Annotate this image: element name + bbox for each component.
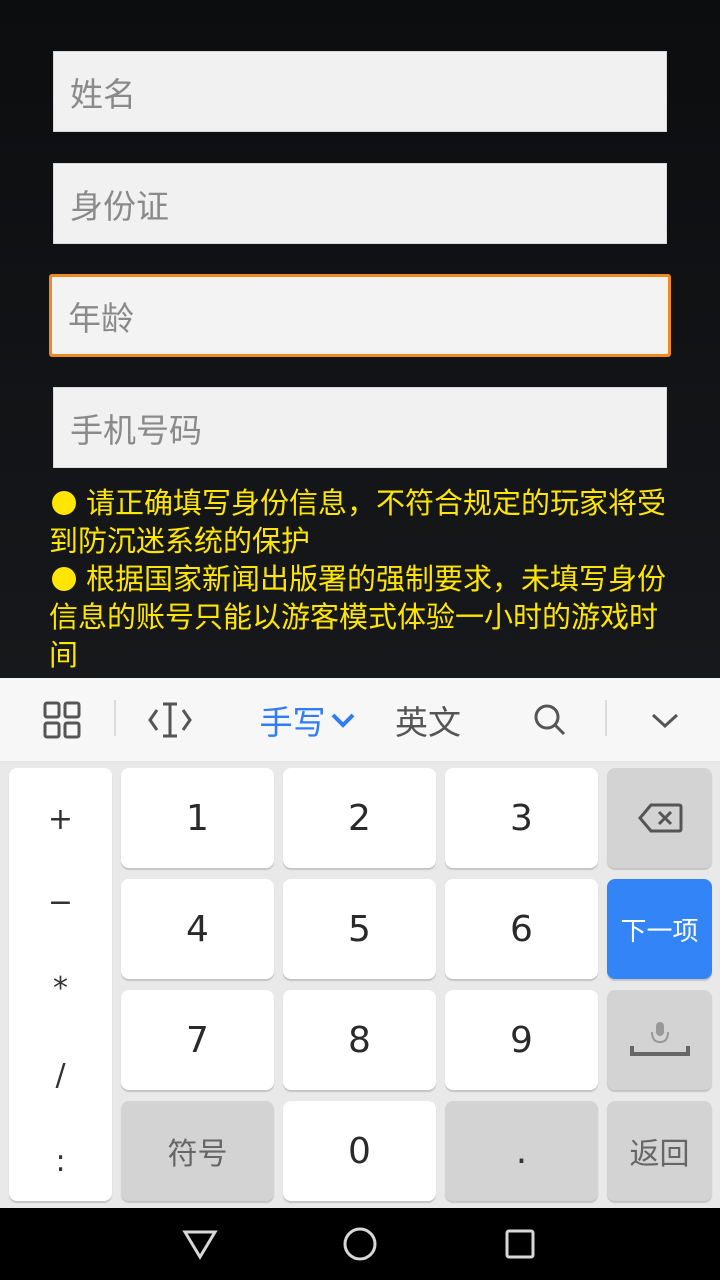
symbol-slash[interactable]: / <box>9 1058 112 1093</box>
toolbar-divider <box>605 700 607 736</box>
symbol-column[interactable]: + − * / : <box>9 768 112 1201</box>
collapse-keyboard-icon[interactable] <box>645 678 685 762</box>
symbols-button[interactable]: 符号 <box>121 1101 274 1201</box>
return-button[interactable]: 返回 <box>607 1101 712 1201</box>
key-1[interactable]: 1 <box>121 768 274 868</box>
bullet-dot-icon <box>52 491 76 515</box>
chevron-down-icon <box>331 713 354 728</box>
keyboard-toolbar: 手写 英文 <box>0 678 720 762</box>
triangle-back-icon[interactable] <box>180 1224 220 1264</box>
id-card-placeholder: 身份证 <box>70 186 169 226</box>
id-card-field[interactable]: 身份证 <box>53 163 667 244</box>
notice-line-2: 根据国家新闻出版署的强制要求，未填写身份信息的账号只能以游客模式体验一小时的游戏… <box>49 562 667 672</box>
symbol-asterisk[interactable]: * <box>9 971 112 1006</box>
english-label: 英文 <box>395 703 461 742</box>
key-5[interactable]: 5 <box>283 879 436 979</box>
form-area: 姓名 身份证 年龄 手机号码 请正确填写身份信息，不符合规定的玩家将受到防沉迷系… <box>0 0 720 678</box>
age-field[interactable]: 年龄 <box>49 274 671 357</box>
dot-key[interactable]: . <box>445 1101 598 1201</box>
toolbar-divider <box>114 700 116 736</box>
handwriting-label: 手写 <box>259 703 326 742</box>
backspace-button[interactable] <box>607 768 712 868</box>
age-placeholder: 年龄 <box>68 298 134 338</box>
key-3[interactable]: 3 <box>445 768 598 868</box>
grid-icon[interactable] <box>38 678 86 762</box>
numeric-keyboard: + − * / : 1 2 3 4 5 6 下一项 7 8 9 符号 0 . 返… <box>0 762 720 1208</box>
square-recents-icon[interactable] <box>500 1224 540 1264</box>
key-7[interactable]: 7 <box>121 990 274 1090</box>
name-field[interactable]: 姓名 <box>53 51 667 132</box>
system-nav-bar <box>0 1208 720 1280</box>
key-6[interactable]: 6 <box>445 879 598 979</box>
circle-home-icon[interactable] <box>340 1224 380 1264</box>
notice-text: 请正确填写身份信息，不符合规定的玩家将受到防沉迷系统的保护 根据国家新闻出版署的… <box>49 484 679 674</box>
symbol-plus[interactable]: + <box>9 802 112 837</box>
english-mode-button[interactable]: 英文 <box>388 678 468 762</box>
phone-field[interactable]: 手机号码 <box>53 387 667 468</box>
symbol-minus[interactable]: − <box>9 885 112 920</box>
microphone-icon <box>629 1022 690 1056</box>
next-field-button[interactable]: 下一项 <box>607 879 712 979</box>
backspace-icon <box>637 803 682 833</box>
key-8[interactable]: 8 <box>283 990 436 1090</box>
key-4[interactable]: 4 <box>121 879 274 979</box>
bullet-dot-icon <box>52 567 76 591</box>
phone-placeholder: 手机号码 <box>70 410 202 450</box>
symbol-colon[interactable]: : <box>9 1144 112 1179</box>
name-placeholder: 姓名 <box>70 74 136 114</box>
search-icon[interactable] <box>530 678 570 762</box>
key-9[interactable]: 9 <box>445 990 598 1090</box>
handwriting-mode-button[interactable]: 手写 <box>255 678 360 762</box>
key-2[interactable]: 2 <box>283 768 436 868</box>
text-cursor-icon[interactable] <box>145 678 195 762</box>
notice-line-1: 请正确填写身份信息，不符合规定的玩家将受到防沉迷系统的保护 <box>49 486 667 558</box>
voice-space-button[interactable] <box>607 990 712 1090</box>
key-0[interactable]: 0 <box>283 1101 436 1201</box>
